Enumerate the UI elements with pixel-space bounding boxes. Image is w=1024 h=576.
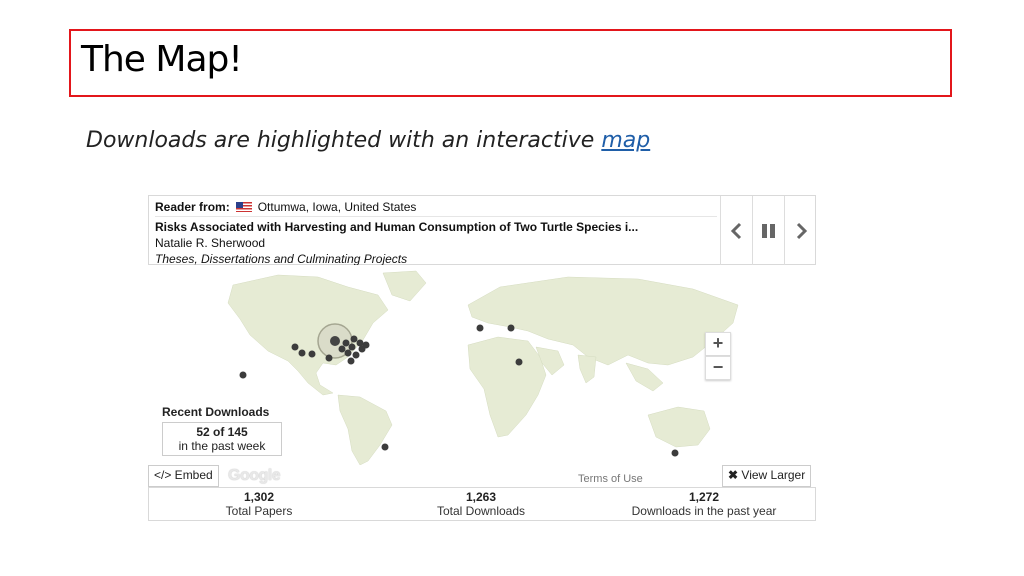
pause-button[interactable] — [752, 196, 784, 265]
download-marker[interactable] — [362, 341, 370, 349]
paper-author: Natalie R. Sherwood — [155, 236, 266, 250]
download-marker[interactable] — [344, 349, 352, 357]
stat-value: 1,263 — [465, 490, 497, 504]
chevron-left-icon — [730, 222, 741, 239]
download-marker[interactable] — [298, 349, 306, 357]
south-america — [337, 394, 393, 465]
southeast-asia — [625, 362, 664, 392]
download-marker[interactable] — [325, 354, 333, 362]
reader-from-row: Reader from: Ottumwa, Iowa, United States — [155, 200, 416, 214]
embed-button[interactable]: </> Embed — [148, 465, 219, 487]
slide-subtitle: Downloads are highlighted with an intera… — [86, 128, 650, 153]
us-flag-icon — [235, 202, 252, 212]
download-marker[interactable] — [291, 343, 299, 351]
reader-panel: Reader from: Ottumwa, Iowa, United States… — [148, 195, 816, 266]
embed-label: </> Embed — [154, 468, 213, 482]
google-logo: Google — [228, 467, 281, 484]
download-marker[interactable] — [308, 350, 316, 358]
view-larger-label: View Larger — [741, 468, 806, 482]
north-america — [227, 274, 389, 396]
africa — [467, 336, 547, 438]
stat-value: 1,302 — [243, 490, 275, 504]
reader-location: Ottumwa, Iowa, United States — [257, 200, 417, 214]
download-marker[interactable] — [342, 339, 350, 347]
recent-downloads-count: 52 of 145 — [196, 425, 248, 439]
stats-bar: 1,302 Total Papers 1,263 Total Downloads… — [148, 487, 816, 521]
stat-total-downloads: 1,263 Total Downloads — [411, 490, 551, 518]
download-marker[interactable] — [338, 345, 346, 353]
stat-total-papers: 1,302 Total Papers — [189, 490, 329, 518]
paper-collection: Theses, Dissertations and Culminating Pr… — [155, 252, 408, 266]
recent-downloads-box: 52 of 145 in the past week — [162, 422, 282, 456]
map-link[interactable]: map — [601, 128, 650, 153]
recent-downloads-period: in the past week — [178, 439, 266, 453]
zoom-in-button[interactable]: + — [705, 332, 731, 356]
download-marker[interactable] — [515, 358, 523, 366]
download-marker[interactable] — [352, 351, 360, 359]
download-marker[interactable] — [350, 335, 358, 343]
slide-title: The Map! — [81, 39, 243, 80]
india — [577, 354, 597, 384]
subtitle-text: Downloads are highlighted with an intera… — [86, 128, 595, 153]
download-marker[interactable] — [347, 357, 355, 365]
stat-downloads-past-year: 1,272 Downloads in the past year — [619, 490, 789, 518]
download-marker[interactable] — [356, 339, 364, 347]
pause-icon — [761, 218, 777, 244]
next-button[interactable] — [784, 196, 816, 265]
download-marker[interactable] — [348, 343, 356, 351]
expand-icon: ✖ — [728, 468, 739, 482]
readership-widget: Reader from: Ottumwa, Iowa, United States… — [148, 195, 816, 521]
download-marker[interactable] — [507, 324, 515, 332]
reader-divider — [155, 216, 717, 217]
stat-label: Total Downloads — [436, 504, 526, 518]
terms-of-use-link[interactable]: Terms of Use — [578, 473, 643, 485]
chevron-right-icon — [796, 222, 807, 239]
active-marker[interactable] — [330, 336, 340, 346]
reader-from-label: Reader from: — [155, 200, 230, 214]
download-marker[interactable] — [239, 371, 247, 379]
recent-downloads: Recent Downloads 52 of 145 in the past w… — [162, 405, 284, 456]
download-marker[interactable] — [381, 443, 389, 451]
greenland — [382, 270, 427, 302]
stat-value: 1,272 — [688, 490, 720, 504]
recent-downloads-heading: Recent Downloads — [162, 405, 270, 419]
stat-label: Downloads in the past year — [631, 504, 777, 518]
title-box: The Map! — [69, 29, 952, 97]
download-marker[interactable] — [671, 449, 679, 457]
continents — [227, 270, 739, 465]
zoom-out-button[interactable]: − — [705, 356, 731, 380]
stat-label: Total Papers — [225, 504, 293, 518]
previous-button[interactable] — [720, 196, 752, 265]
view-larger-button[interactable]: ✖ View Larger — [722, 465, 812, 487]
paper-title[interactable]: Risks Associated with Harvesting and Hum… — [155, 220, 638, 234]
australia — [647, 406, 711, 448]
download-marker[interactable] — [476, 324, 484, 332]
